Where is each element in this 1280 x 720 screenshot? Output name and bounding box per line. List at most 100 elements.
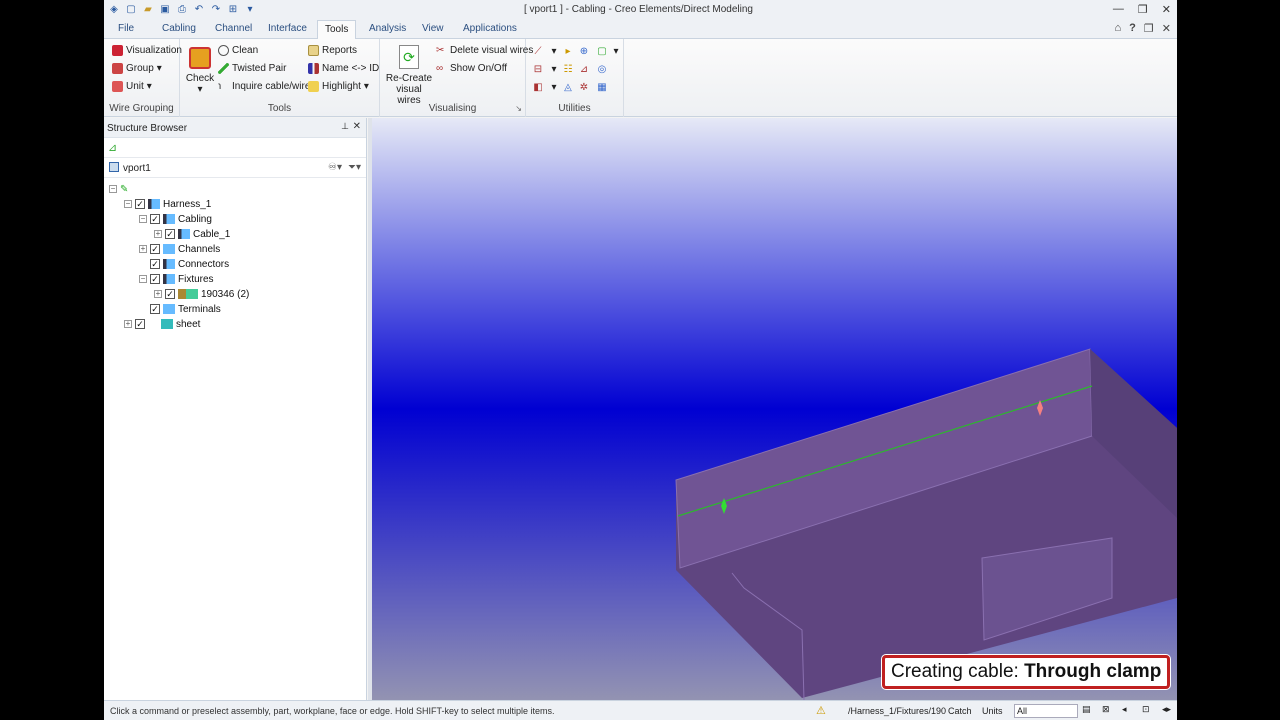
checkbox[interactable]: ✓ (150, 304, 160, 314)
tab-file[interactable]: File (114, 23, 138, 34)
restore-icon[interactable]: ❐ (1138, 3, 1148, 16)
back-icon[interactable]: ◂ (1122, 704, 1127, 715)
units-button[interactable]: Units (982, 706, 1003, 716)
util-target-icon[interactable]: ◎ (596, 63, 608, 75)
undo-icon[interactable]: ↶ (192, 2, 206, 16)
util-grid-icon[interactable]: ▦ (596, 81, 608, 93)
home-icon[interactable]: ⌂ (1115, 22, 1122, 35)
tab-channel[interactable]: Channel (211, 23, 256, 34)
clean-button[interactable]: Clean (218, 45, 258, 56)
fit-icon[interactable]: ⊡ (1142, 704, 1150, 715)
collapse-icon[interactable]: − (124, 200, 132, 208)
expand-icon[interactable]: + (154, 230, 162, 238)
tab-interface[interactable]: Interface (264, 23, 311, 34)
util-split-icon[interactable]: ◧ (532, 81, 544, 93)
customize-qat-icon[interactable]: ▾ (243, 2, 257, 16)
tree-node-connectors[interactable]: ✓ Connectors (139, 257, 229, 271)
layout-icon[interactable]: ▤ (1082, 704, 1091, 715)
chevron-down-icon[interactable]: ▾ (548, 81, 560, 93)
close-icon[interactable]: ✕ (1162, 3, 1171, 16)
nav-arrows-icon[interactable]: ◂▸ (1162, 704, 1171, 715)
util-wire-icon[interactable]: ⟋ (532, 45, 544, 57)
tab-tools[interactable]: Tools (317, 20, 357, 40)
chevron-down-icon[interactable]: ▾ (548, 63, 560, 75)
check-button[interactable]: Check ▾ (184, 47, 216, 95)
checkbox[interactable]: ✓ (165, 289, 175, 299)
help-icon[interactable]: ? (1129, 22, 1136, 35)
expand-icon[interactable]: + (124, 320, 132, 328)
expand-icon[interactable]: + (154, 290, 162, 298)
filter-icon[interactable]: ⏷▾ (348, 162, 361, 173)
catch-button[interactable]: Catch (948, 706, 972, 716)
collapse-icon[interactable]: − (139, 215, 147, 223)
chevron-down-icon[interactable]: ▾ (610, 45, 622, 57)
inquire-button[interactable]: ℩ Inquire cable/wire (218, 81, 310, 92)
save-icon[interactable]: ▣ (158, 2, 172, 16)
checkbox[interactable]: ✓ (150, 274, 160, 284)
highlight-dropdown[interactable]: Highlight ▾ (308, 81, 369, 92)
zoom-icon[interactable]: ⊠ (1102, 704, 1110, 715)
print-icon[interactable]: ⎙ (175, 2, 189, 16)
dialog-launcher-icon[interactable]: ↘ (515, 104, 522, 113)
tree-root[interactable]: − ✎ (109, 182, 128, 196)
close-icon[interactable]: ✕ (1162, 22, 1171, 35)
model-view[interactable] (372, 118, 1177, 700)
tab-cabling[interactable]: Cabling (158, 23, 200, 34)
tree-node-harness[interactable]: − ✓ Harness_1 (124, 197, 211, 211)
app-icon[interactable]: ◈ (107, 2, 121, 16)
open-folder-icon[interactable]: ▰ (141, 2, 155, 16)
util-shape-icon[interactable]: ◬ (562, 81, 574, 93)
tree-node-terminals[interactable]: ✓ Terminals (139, 302, 221, 316)
show-on-off-button[interactable]: ∞ Show On/Off (436, 63, 507, 74)
tree-node-fixture-part[interactable]: + ✓ 190346 (2) (154, 287, 249, 301)
tree-node-fixtures[interactable]: − ✓ Fixtures (139, 272, 214, 286)
tree-node-channels[interactable]: + ✓ Channels (139, 242, 220, 256)
tree-view-icon[interactable]: ⊿ (108, 141, 117, 154)
restore-icon[interactable]: ❐ (1144, 22, 1154, 35)
util-list-icon[interactable]: ☷ (562, 63, 574, 75)
window-title: [ vport1 ] - Cabling - Creo Elements/Dir… (524, 4, 753, 15)
minimize-icon[interactable]: — (1113, 3, 1124, 16)
chevron-down-icon: ▾ (197, 84, 203, 95)
checkbox[interactable]: ✓ (150, 259, 160, 269)
twisted-pair-button[interactable]: Twisted Pair (218, 63, 286, 74)
tab-view[interactable]: View (418, 23, 448, 34)
collapse-icon[interactable]: − (109, 185, 117, 193)
checkbox[interactable]: ✓ (135, 319, 145, 329)
warning-icon[interactable]: ⚠ (816, 704, 826, 717)
util-frame-icon[interactable]: ▢ (596, 45, 608, 57)
close-icon[interactable]: ✕ (353, 121, 361, 132)
network-icon[interactable]: ⊞ (226, 2, 240, 16)
pin-icon[interactable]: ⊥ (341, 121, 349, 132)
quick-access-toolbar: ◈ ▢ ▰ ▣ ⎙ ↶ ↷ ⊞ ▾ (107, 2, 257, 16)
checkbox[interactable]: ✓ (135, 199, 145, 209)
recreate-visual-wires-button[interactable]: ⟳ Re-Create visual wires (384, 45, 434, 106)
checkbox[interactable]: ✓ (165, 229, 175, 239)
new-file-icon[interactable]: ▢ (124, 2, 138, 16)
checkbox[interactable]: ✓ (150, 244, 160, 254)
name-id-button[interactable]: Name <-> ID (308, 63, 379, 74)
tab-analysis[interactable]: Analysis (365, 23, 410, 34)
binoculars-icon[interactable]: ♾▾ (328, 162, 342, 173)
tree-node-cabling[interactable]: − ✓ Cabling (139, 212, 212, 226)
graphics-viewport[interactable]: Creating cable: Through clamp (368, 118, 1177, 700)
unit-dropdown[interactable]: Unit ▾ (112, 81, 152, 92)
group-dropdown[interactable]: Group ▾ (112, 63, 162, 74)
tab-applications[interactable]: Applications (459, 23, 521, 34)
expand-icon[interactable]: + (139, 245, 147, 253)
tree-node-cable[interactable]: + ✓ Cable_1 (154, 227, 230, 241)
util-pointer-icon[interactable]: ▸ (562, 45, 574, 57)
filter-select[interactable]: All (1014, 704, 1078, 718)
util-table-icon[interactable]: ⊟ (532, 63, 544, 75)
redo-icon[interactable]: ↷ (209, 2, 223, 16)
chevron-down-icon[interactable]: ▾ (548, 45, 560, 57)
util-settings-icon[interactable]: ✲ (578, 81, 590, 93)
reports-button[interactable]: Reports (308, 45, 357, 56)
collapse-icon[interactable]: − (139, 275, 147, 283)
tree-node-sheet[interactable]: + ✓ sheet (124, 317, 200, 331)
delete-visual-wires-button[interactable]: ✂ Delete visual wires (436, 45, 533, 56)
checkbox[interactable]: ✓ (150, 214, 160, 224)
util-measure-icon[interactable]: ⊿ (578, 63, 590, 75)
visualization-button[interactable]: Visualization (112, 45, 182, 56)
util-network-icon[interactable]: ⊕ (578, 45, 590, 57)
